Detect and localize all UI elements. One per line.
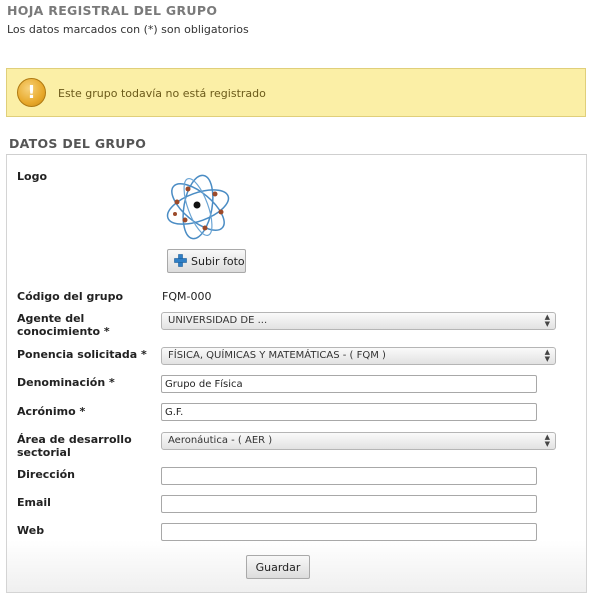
denominacion-input[interactable] [161,375,537,393]
agente-select[interactable]: UNIVERSIDAD DE ... ▲ ▼ [161,312,556,330]
email-label: Email [17,496,51,509]
upload-photo-label: Subir foto [191,255,245,268]
section-title: DATOS DEL GRUPO [9,136,147,151]
web-input[interactable] [161,523,537,541]
agente-label-line2: conocimiento * [17,325,110,338]
area-label-line1: Área de desarrollo [17,433,132,446]
select-arrows-icon: ▲ ▼ [544,433,550,448]
atom-logo-image [166,174,230,240]
acronimo-label: Acrónimo * [17,405,86,418]
select-arrows-icon: ▲ ▼ [544,348,550,363]
plus-icon [174,254,187,267]
web-label: Web [17,524,45,537]
save-button[interactable]: Guardar [246,555,310,579]
ponencia-selected-value: FÍSICA, QUÍMICAS Y MATEMÁTICAS - ( FQM ) [168,350,386,361]
status-alert: ! Este grupo todavía no está registrado [6,68,586,117]
ponencia-label: Ponencia solicitada * [17,348,147,361]
acronimo-input[interactable] [161,403,537,421]
area-select[interactable]: Aeronáutica - ( AER ) ▲ ▼ [161,432,556,450]
agente-selected-value: UNIVERSIDAD DE ... [168,315,268,326]
page-title: HOJA REGISTRAL DEL GRUPO [7,3,218,18]
denominacion-label: Denominación * [17,376,115,389]
area-label-line2: sectorial [17,446,71,459]
email-input[interactable] [161,495,537,513]
select-arrows-icon: ▲ ▼ [544,313,550,328]
codigo-value: FQM-000 [162,290,212,303]
agente-label-line1: Agente del [17,312,85,325]
alert-message: Este grupo todavía no está registrado [58,87,266,100]
ponencia-select[interactable]: FÍSICA, QUÍMICAS Y MATEMÁTICAS - ( FQM )… [161,347,556,365]
area-selected-value: Aeronáutica - ( AER ) [168,435,273,446]
codigo-label: Código del grupo [17,290,124,303]
logo-label: Logo [17,170,47,183]
page-subtitle: Los datos marcados con (*) son obligator… [7,23,249,36]
direccion-input[interactable] [161,467,537,485]
direccion-label: Dirección [17,468,75,481]
upload-photo-button[interactable]: Subir foto [167,249,246,273]
panel-divider [6,592,587,593]
exclamation-icon: ! [17,78,46,107]
